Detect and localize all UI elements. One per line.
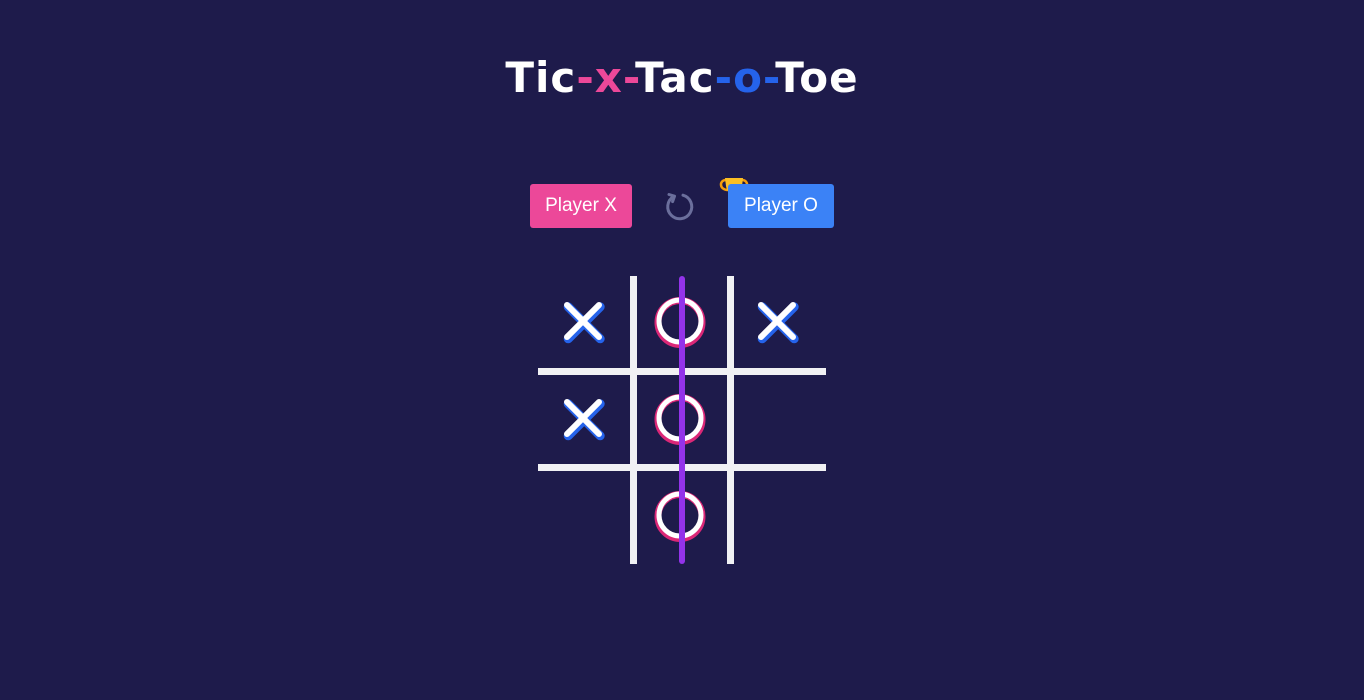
board-cell[interactable] bbox=[538, 373, 628, 463]
x-mark-icon bbox=[757, 302, 799, 344]
board-cell[interactable] bbox=[732, 470, 822, 560]
title-separator: - bbox=[762, 53, 776, 102]
title-separator: - bbox=[576, 53, 595, 102]
game-title: Tic-x-Tac-o-Toe bbox=[0, 52, 1364, 104]
game-board bbox=[538, 276, 826, 564]
title-separator: - bbox=[622, 53, 636, 102]
board-cell[interactable] bbox=[732, 373, 822, 463]
x-mark-icon bbox=[563, 399, 605, 441]
title-tic: Tic bbox=[505, 53, 577, 102]
reset-button[interactable] bbox=[662, 189, 696, 223]
board-cell[interactable] bbox=[538, 276, 628, 366]
winning-line bbox=[679, 276, 685, 564]
player-x-button[interactable]: Player X bbox=[530, 184, 632, 228]
reset-icon bbox=[666, 193, 694, 221]
title-o: o bbox=[733, 53, 763, 102]
players-bar: Player X Player O bbox=[530, 178, 834, 228]
title-x: x bbox=[594, 53, 623, 102]
player-o-button[interactable]: Player O bbox=[728, 184, 834, 228]
x-mark-icon bbox=[563, 302, 605, 344]
title-tac: Tac bbox=[635, 53, 715, 102]
title-toe: Toe bbox=[775, 53, 859, 102]
board-cell[interactable] bbox=[732, 276, 822, 366]
board-cell[interactable] bbox=[538, 470, 628, 560]
title-separator: - bbox=[714, 53, 734, 102]
